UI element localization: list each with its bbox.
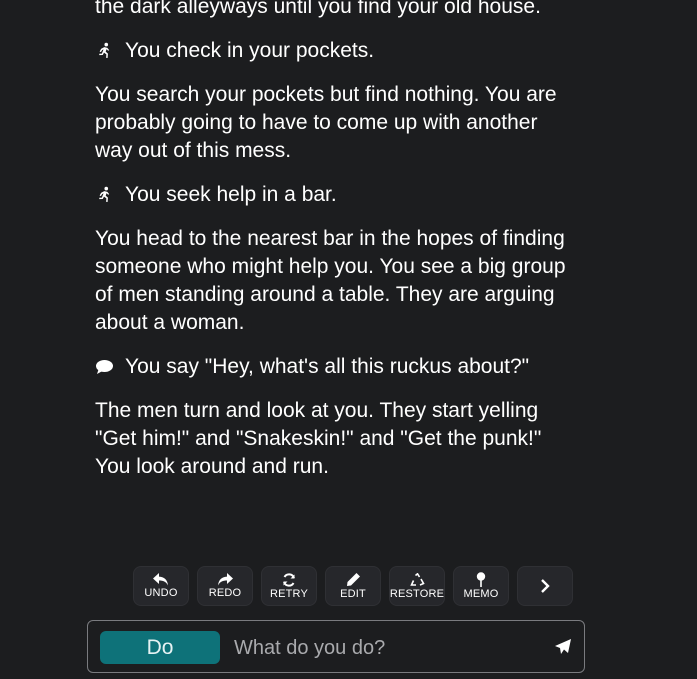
running-person-icon: [95, 181, 125, 209]
speech-bubble-icon: [95, 353, 125, 381]
retry-icon: [282, 572, 296, 587]
redo-label: REDO: [208, 587, 242, 599]
undo-label: UNDO: [144, 587, 178, 599]
retry-button[interactable]: RETRY: [261, 566, 317, 606]
story-response: The men turn and look at you. They start…: [95, 399, 542, 450]
edit-label: EDIT: [340, 588, 366, 600]
story-log: the dark alleyways until you find your o…: [95, 0, 570, 497]
edit-button[interactable]: EDIT: [325, 566, 381, 606]
chevron-right-icon: [540, 578, 550, 594]
story-intro-tail: the dark alleyways until you find your o…: [95, 0, 541, 18]
recycle-icon: [409, 572, 425, 587]
undo-button[interactable]: UNDO: [133, 566, 189, 606]
story-response-extra: You look around and run.: [95, 455, 329, 478]
restore-button[interactable]: RESTORE: [389, 566, 445, 606]
redo-button[interactable]: REDO: [197, 566, 253, 606]
command-bar: Do: [87, 620, 585, 673]
story-response: You search your pockets but find nothing…: [95, 83, 557, 162]
running-person-icon: [95, 37, 125, 65]
action-text: You say "Hey, what's all this ruckus abo…: [125, 355, 530, 378]
action-mode-button[interactable]: Do: [100, 631, 220, 664]
undo-icon: [153, 573, 169, 586]
redo-icon: [217, 573, 233, 586]
retry-label: RETRY: [269, 587, 309, 600]
action-entry: You check in your pockets.: [95, 37, 570, 65]
action-entry: You say "Hey, what's all this ruckus abo…: [95, 353, 570, 381]
more-options-button[interactable]: [517, 566, 573, 606]
memo-label: MEMO: [463, 588, 499, 600]
memo-button[interactable]: MEMO: [453, 566, 509, 606]
restore-label: RESTORE: [389, 587, 445, 600]
action-entry: You seek help in a bar.: [95, 181, 570, 209]
pencil-icon: [346, 572, 361, 587]
story-response: You head to the nearest bar in the hopes…: [95, 227, 566, 334]
action-text: You check in your pockets.: [125, 39, 375, 62]
action-text: You seek help in a bar.: [125, 183, 337, 206]
send-icon[interactable]: [554, 638, 574, 658]
pin-icon: [476, 572, 486, 587]
command-input[interactable]: [234, 632, 534, 664]
